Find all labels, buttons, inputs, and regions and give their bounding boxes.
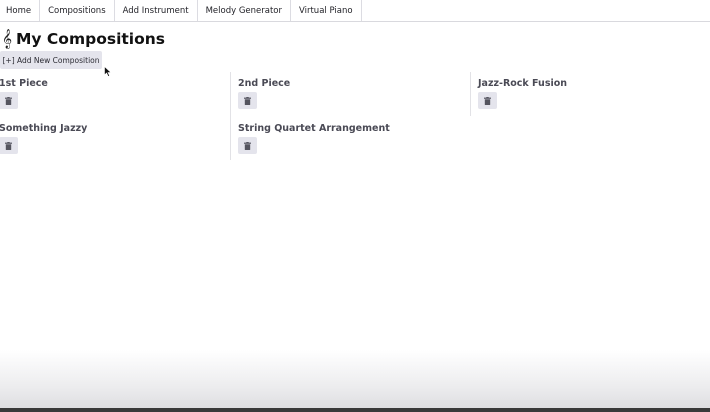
nav-compositions[interactable]: Compositions xyxy=(40,0,115,21)
trash-icon xyxy=(5,141,12,150)
composition-title[interactable]: 2nd Piece xyxy=(238,78,290,90)
page-title: My Compositions xyxy=(16,30,166,48)
composition-title[interactable]: Something Jazzy xyxy=(0,123,87,135)
add-composition-button[interactable]: [+] Add New Composition xyxy=(0,51,102,69)
treble-clef-icon: 𝄞 xyxy=(1,28,13,49)
delete-button[interactable] xyxy=(0,137,18,154)
composition-title[interactable]: Jazz-Rock Fusion xyxy=(478,78,567,90)
delete-button[interactable] xyxy=(238,137,257,154)
delete-button[interactable] xyxy=(0,92,18,109)
composition-card: String Quartet Arrangement xyxy=(238,123,390,154)
composition-card: Something Jazzy xyxy=(0,123,87,154)
trash-icon xyxy=(244,141,251,150)
nav-home[interactable]: Home xyxy=(0,0,41,21)
delete-button[interactable] xyxy=(478,92,497,109)
column-divider xyxy=(230,72,231,160)
page-header: 𝄞 My Compositions xyxy=(0,28,165,50)
composition-title[interactable]: String Quartet Arrangement xyxy=(238,123,390,135)
mouse-cursor-icon xyxy=(104,66,112,77)
column-divider xyxy=(470,72,471,116)
delete-button[interactable] xyxy=(238,92,257,109)
composition-card: Jazz-Rock Fusion xyxy=(478,78,567,109)
trash-icon xyxy=(244,96,251,105)
nav-add-instrument[interactable]: Add Instrument xyxy=(115,0,198,21)
nav-melody-generator[interactable]: Melody Generator xyxy=(198,0,291,21)
trash-icon xyxy=(484,96,491,105)
composition-card: 1st Piece xyxy=(0,78,48,109)
top-navigation: Home Compositions Add Instrument Melody … xyxy=(0,0,710,22)
trash-icon xyxy=(5,96,12,105)
composition-card: 2nd Piece xyxy=(238,78,290,109)
bottom-fade xyxy=(0,350,710,412)
nav-virtual-piano[interactable]: Virtual Piano xyxy=(291,0,362,21)
bottom-edge xyxy=(0,408,710,412)
composition-title[interactable]: 1st Piece xyxy=(0,78,48,90)
